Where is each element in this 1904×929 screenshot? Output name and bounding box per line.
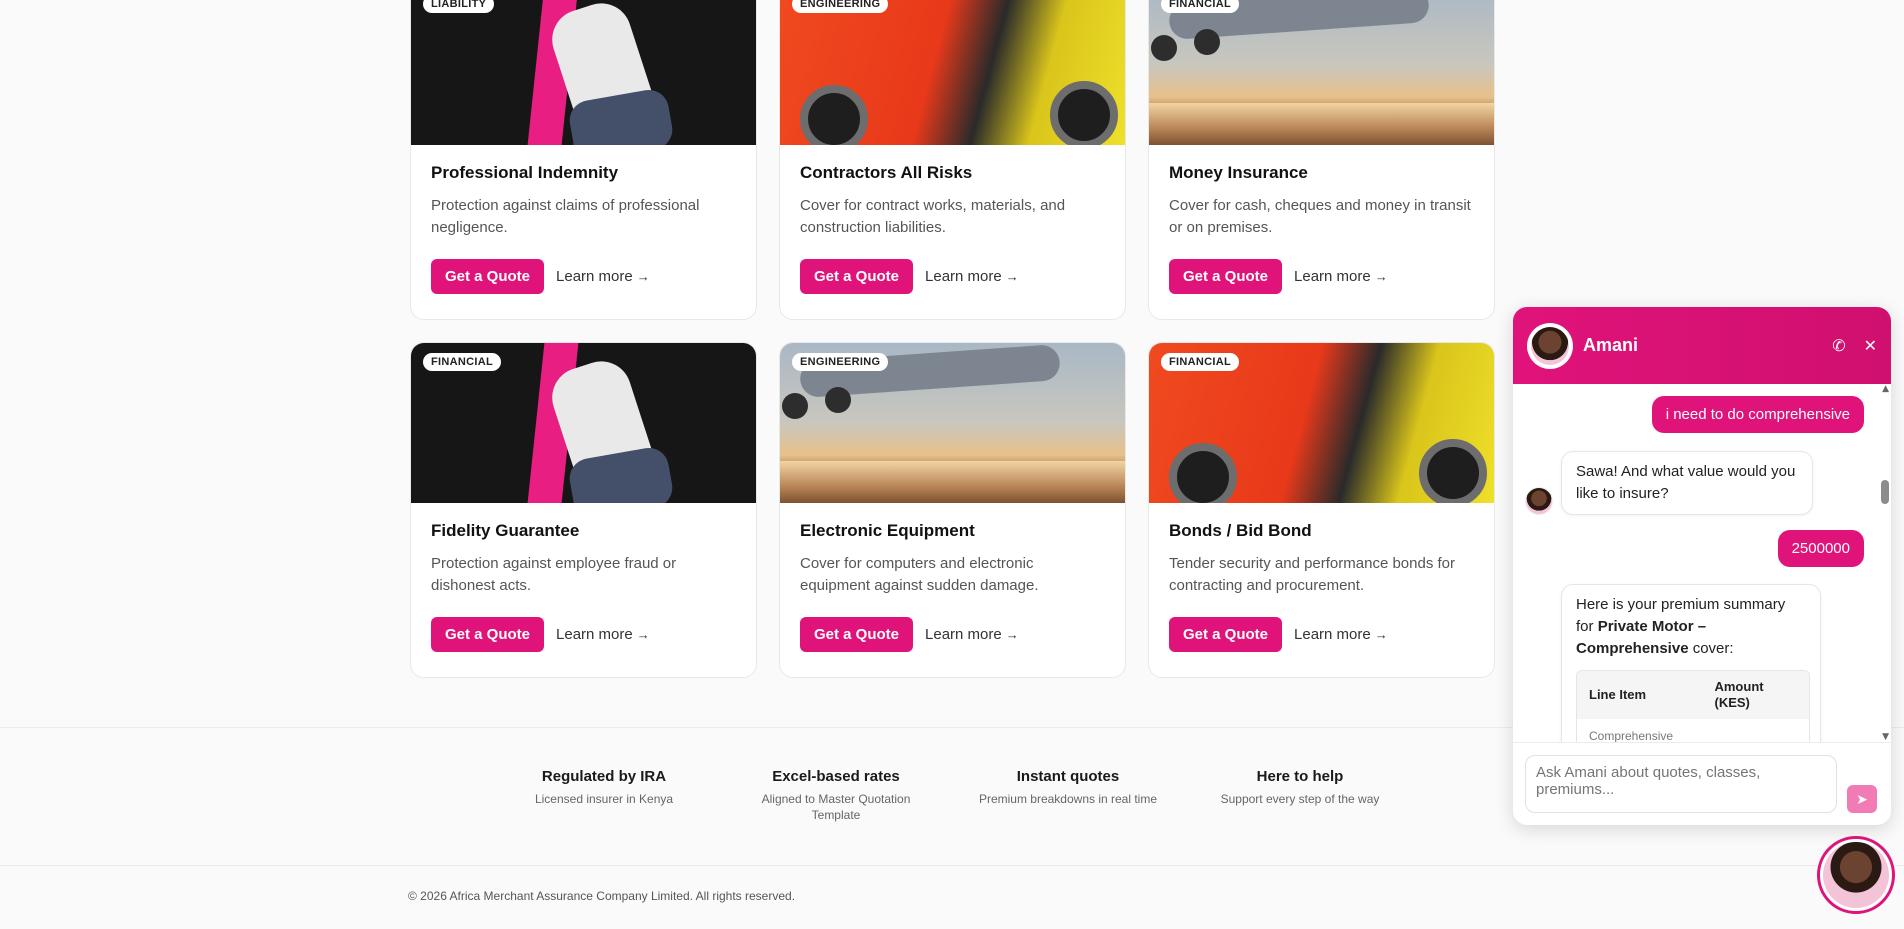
card-image: ENGINEERING xyxy=(780,343,1125,503)
table-column-header: Amount (KES) xyxy=(1714,679,1764,710)
user-message: i need to do comprehensive xyxy=(1651,396,1864,433)
card-title: Contractors All Risks xyxy=(800,163,973,182)
table-row: Comprehensive xyxy=(1589,729,1674,742)
category-badge: LIABILITY xyxy=(423,0,495,13)
card-image: FINANCIAL xyxy=(1149,343,1494,503)
category-badge: ENGINEERING xyxy=(792,353,889,371)
feature-subtitle: Premium breakdowns in real time xyxy=(978,792,1158,806)
table-column-header: Line Item xyxy=(1589,687,1647,702)
bot-message: Sawa! And what value would you like to i… xyxy=(1561,451,1813,515)
learn-more-label: Learn more xyxy=(556,626,633,643)
learn-more-link[interactable]: Learn more → xyxy=(556,268,650,285)
card-image: LIABILITY xyxy=(411,0,756,145)
avatar xyxy=(1823,842,1889,908)
chat-agent-name: Amani xyxy=(1583,335,1639,355)
scroll-thumb[interactable] xyxy=(1881,480,1889,504)
category-badge: FINANCIAL xyxy=(1161,0,1239,13)
feature-subtitle: Licensed insurer in Kenya xyxy=(534,792,674,806)
arrow-right-icon: → xyxy=(1374,269,1388,284)
learn-more-label: Learn more xyxy=(925,268,1002,285)
learn-more-label: Learn more xyxy=(1294,268,1371,285)
send-button[interactable]: ➤ xyxy=(1847,785,1877,813)
product-card: FINANCIAL Money Insurance Cover for cash… xyxy=(1148,0,1495,320)
product-card: ENGINEERING Contractors All Risks Cover … xyxy=(779,0,1126,320)
bot-message: Here is your premium summary for Private… xyxy=(1561,584,1821,742)
learn-more-label: Learn more xyxy=(925,626,1002,643)
get-quote-button[interactable]: Get a Quote xyxy=(1169,259,1283,294)
arrow-right-icon: → xyxy=(636,269,650,284)
premium-summary-table: Line Item Amount (KES) Comprehensive xyxy=(1576,670,1810,742)
arrow-right-icon: → xyxy=(636,627,650,642)
avatar xyxy=(1525,487,1553,515)
bot-message-text: cover: xyxy=(1688,640,1734,657)
close-icon[interactable]: ✕ xyxy=(1864,336,1877,355)
chat-input-area: ➤ xyxy=(1513,742,1891,825)
feature-item: Regulated by IRA Licensed insurer in Ken… xyxy=(504,768,704,807)
card-title: Money Insurance xyxy=(1169,163,1308,182)
category-badge: FINANCIAL xyxy=(423,353,501,371)
card-image: ENGINEERING xyxy=(780,0,1125,145)
feature-item: Instant quotes Premium breakdowns in rea… xyxy=(968,768,1168,807)
card-description: Cover for computers and electronic equip… xyxy=(800,555,1039,594)
card-title: Professional Indemnity xyxy=(431,163,619,182)
avatar xyxy=(1527,322,1573,369)
get-quote-button[interactable]: Get a Quote xyxy=(800,259,914,294)
card-image: FINANCIAL xyxy=(411,343,756,503)
feature-title: Regulated by IRA xyxy=(541,768,667,785)
product-card: ENGINEERING Electronic Equipment Cover f… xyxy=(779,342,1126,678)
card-description: Tender security and performance bonds fo… xyxy=(1169,555,1455,594)
chevron-down-icon[interactable]: ▼ xyxy=(1882,732,1889,742)
get-quote-button[interactable]: Get a Quote xyxy=(800,617,914,652)
learn-more-link[interactable]: Learn more → xyxy=(925,626,1019,643)
chat-messages[interactable]: i need to do comprehensive Sawa! And wha… xyxy=(1513,384,1891,742)
get-quote-button[interactable]: Get a Quote xyxy=(431,617,545,652)
product-card: FINANCIAL Fidelity Guarantee Protection … xyxy=(410,342,757,678)
chat-input[interactable] xyxy=(1525,755,1837,813)
card-title: Fidelity Guarantee xyxy=(431,521,580,540)
feature-subtitle: Aligned to Master Quotation Template xyxy=(761,792,911,822)
learn-more-label: Learn more xyxy=(1294,626,1371,643)
card-description: Protection against employee fraud or dis… xyxy=(431,555,677,594)
copyright-text: © 2026 Africa Merchant Assurance Company… xyxy=(408,889,796,903)
chat-scrollbar[interactable]: ▲ ▼ xyxy=(1881,384,1889,742)
feature-item: Here to help Support every step of the w… xyxy=(1200,768,1400,807)
arrow-right-icon: → xyxy=(1374,627,1388,642)
phone-icon[interactable]: ✆ xyxy=(1832,336,1845,355)
category-badge: FINANCIAL xyxy=(1161,353,1239,371)
product-card: LIABILITY Professional Indemnity Protect… xyxy=(410,0,757,320)
product-card: FINANCIAL Bonds / Bid Bond Tender securi… xyxy=(1148,342,1495,678)
chevron-up-icon[interactable]: ▲ xyxy=(1882,384,1889,394)
feature-subtitle: Support every step of the way xyxy=(1220,792,1380,806)
get-quote-button[interactable]: Get a Quote xyxy=(1169,617,1283,652)
learn-more-label: Learn more xyxy=(556,268,633,285)
chat-header: Amani ✆ ✕ xyxy=(1513,307,1891,384)
feature-item: Excel-based rates Aligned to Master Quot… xyxy=(736,768,936,823)
learn-more-link[interactable]: Learn more → xyxy=(1294,268,1388,285)
card-title: Electronic Equipment xyxy=(800,521,975,540)
card-title: Bonds / Bid Bond xyxy=(1169,521,1312,540)
card-description: Cover for contract works, materials, and… xyxy=(800,197,1066,236)
learn-more-link[interactable]: Learn more → xyxy=(925,268,1019,285)
learn-more-link[interactable]: Learn more → xyxy=(556,626,650,643)
category-badge: ENGINEERING xyxy=(792,0,889,13)
card-description: Protection against claims of professiona… xyxy=(431,197,700,236)
card-image: FINANCIAL xyxy=(1149,0,1494,145)
feature-title: Instant quotes xyxy=(1016,768,1120,785)
product-grid: LIABILITY Professional Indemnity Protect… xyxy=(410,0,1497,678)
chat-launcher-button[interactable] xyxy=(1817,836,1895,914)
learn-more-link[interactable]: Learn more → xyxy=(1294,626,1388,643)
feature-title: Excel-based rates xyxy=(772,768,900,785)
arrow-right-icon: → xyxy=(1005,269,1019,284)
arrow-right-icon: → xyxy=(1005,627,1019,642)
chat-widget: Amani ✆ ✕ i need to do comprehensive Saw… xyxy=(1513,307,1891,825)
table-header: Line Item Amount (KES) xyxy=(1577,671,1809,719)
feature-title: Here to help xyxy=(1256,768,1344,785)
send-icon: ➤ xyxy=(1856,790,1868,807)
get-quote-button[interactable]: Get a Quote xyxy=(431,259,545,294)
user-message: 2500000 xyxy=(1777,530,1864,567)
card-description: Cover for cash, cheques and money in tra… xyxy=(1169,197,1471,236)
